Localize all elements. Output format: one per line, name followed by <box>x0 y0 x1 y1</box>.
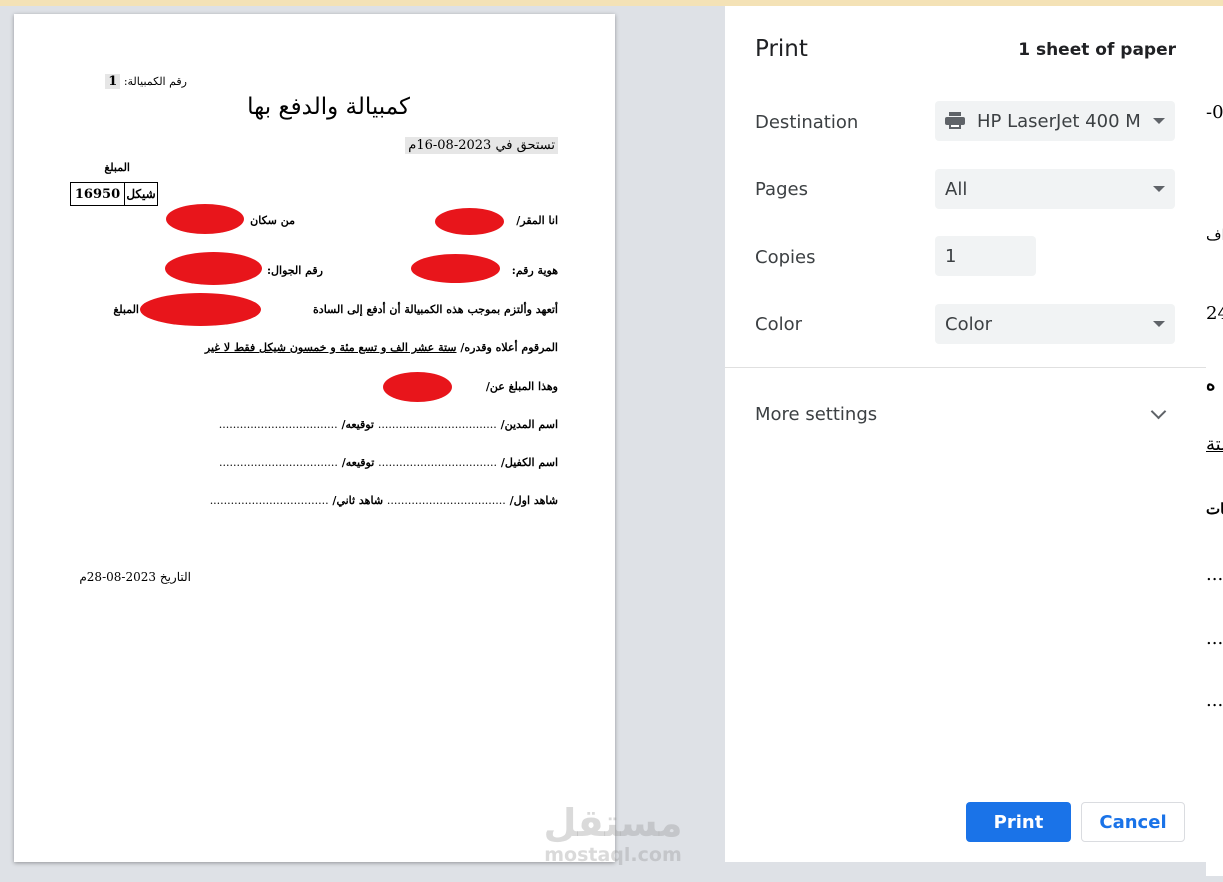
guarantor-dots: .................................. <box>378 456 498 469</box>
id-label: هوية رقم: <box>511 264 558 277</box>
witness2-label: شاهد ثاني/ <box>332 494 384 507</box>
preview-page: رقم الكمبيالة: 1 كمبيالة والدفع بها تستح… <box>14 14 615 862</box>
settings-divider <box>725 367 1206 368</box>
chevron-down-icon <box>1153 118 1165 124</box>
amount-words-value: ستة عشر الف و تسع مئة و خمسون شيكل فقط ل… <box>204 341 457 354</box>
residence-label: من سكان <box>250 214 295 227</box>
guarantor-label: اسم الكفيل/ <box>500 456 558 469</box>
amount-label: المبلغ <box>104 161 130 174</box>
debtor-sign-label: توقيعه/ <box>341 418 374 431</box>
witness1-dots: .................................. <box>386 494 506 507</box>
pages-select[interactable]: All <box>935 169 1175 209</box>
declarant-label: انا المقر/ <box>516 214 558 227</box>
amount-value: 16950 <box>74 186 121 202</box>
background-page-edge: -0 اف 24 ه ستة فات ... ... ... <box>1206 6 1223 876</box>
edge-text: ستة <box>1206 434 1223 455</box>
copies-input[interactable]: 1 <box>935 236 1036 276</box>
bill-number-label: رقم الكمبيالة: <box>123 75 187 88</box>
color-label: Color <box>755 314 802 335</box>
chevron-down-icon <box>1153 186 1165 192</box>
debtor-label: اسم المدين/ <box>500 418 558 431</box>
sheet-count: 1 sheet of paper <box>1018 40 1176 60</box>
due-date: تستحق في 2023-08-16م <box>405 137 558 154</box>
guarantor-sign-dots: .................................. <box>219 456 338 469</box>
document-title: كمبيالة والدفع بها <box>247 94 410 120</box>
redaction-mark <box>411 254 500 283</box>
edge-text: فات <box>1206 500 1223 518</box>
edge-text: ... <box>1206 690 1223 711</box>
chevron-down-icon <box>1153 321 1165 327</box>
color-value: Color <box>945 313 992 335</box>
destination-select[interactable]: HP LaserJet 400 M <box>935 101 1175 141</box>
mostaql-watermark: مستقل mostaql.com <box>538 801 688 865</box>
print-title: Print <box>755 36 808 62</box>
color-select[interactable]: Color <box>935 304 1175 344</box>
redaction-mark <box>165 252 262 285</box>
amount-words-label: المرقوم أعلاه وقدره/ <box>460 341 558 354</box>
destination-label: Destination <box>755 112 859 133</box>
witness2-dots: .................................. <box>209 494 329 507</box>
guarantor-sign-label: توقيعه/ <box>341 456 375 469</box>
print-preview-area: رقم الكمبيالة: 1 كمبيالة والدفع بها تستح… <box>0 6 725 876</box>
edge-text: ه <box>1206 374 1216 395</box>
printer-icon <box>945 112 965 130</box>
redaction-mark <box>140 293 261 326</box>
amount-for-label: وهذا المبلغ عن/ <box>485 380 558 393</box>
copies-label: Copies <box>755 247 816 268</box>
chevron-down-icon[interactable] <box>1150 403 1167 420</box>
more-settings-toggle[interactable]: More settings <box>755 404 877 425</box>
edge-text: اف <box>1206 226 1223 244</box>
amount-box: شيكل 16950 <box>70 182 158 206</box>
witnesses-line: شاهد اول/ ..............................… <box>210 494 558 507</box>
pledge-amount-word: المبلغ <box>113 303 139 316</box>
cancel-button[interactable]: Cancel <box>1081 802 1185 842</box>
bill-number-value: 1 <box>105 74 121 89</box>
print-button[interactable]: Print <box>966 802 1071 842</box>
destination-value: HP LaserJet 400 M <box>977 110 1141 132</box>
edge-text: -0 <box>1206 102 1223 123</box>
redaction-mark <box>383 372 452 402</box>
debtor-name-line: اسم المدين/ ............................… <box>219 418 558 431</box>
currency: شيكل <box>124 183 157 205</box>
print-settings-panel: Print 1 sheet of paper Destination HP La… <box>725 6 1207 862</box>
edge-text: ... <box>1206 564 1223 585</box>
guarantor-name-line: اسم الكفيل/ ............................… <box>219 456 558 469</box>
copies-value: 1 <box>945 245 957 267</box>
bill-number: رقم الكمبيالة: 1 <box>105 74 187 89</box>
pages-label: Pages <box>755 179 808 200</box>
redaction-mark <box>166 204 244 234</box>
debtor-sign-dots: .................................. <box>218 418 338 431</box>
edge-text: ... <box>1206 628 1223 649</box>
edge-text: 24 <box>1206 303 1223 324</box>
witness1-label: شاهد اول/ <box>509 494 558 507</box>
amount-in-words: المرقوم أعلاه وقدره/ ستة عشر الف و تسع م… <box>205 341 558 354</box>
pledge-text: أتعهد وألتزم بموجب هذه الكمبيالة أن أدفع… <box>313 303 558 316</box>
watermark-latin: mostaql.com <box>544 844 682 866</box>
watermark-arabic: مستقل <box>543 801 683 845</box>
debtor-dots: .................................. <box>377 418 497 431</box>
mobile-label: رقم الجوال: <box>266 264 323 277</box>
document-date: التاريخ 2023-08-28م <box>79 570 191 584</box>
redaction-mark <box>435 208 504 235</box>
pages-value: All <box>945 178 968 200</box>
